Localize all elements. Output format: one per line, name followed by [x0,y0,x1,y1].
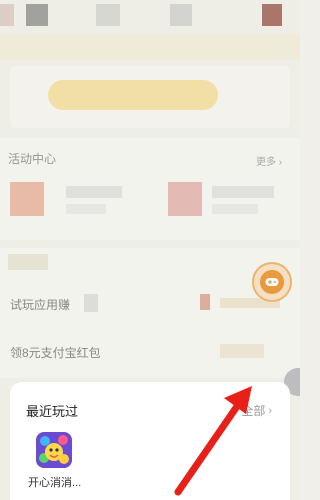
recently-played-title: 最近玩过 [26,404,79,419]
gamepad-icon [260,270,284,294]
happy-match-game-icon[interactable] [36,432,72,468]
chevron-right-icon: › [268,404,272,417]
view-all-link[interactable]: 全部 › [241,402,272,419]
recently-played-sheet: 最近玩过 全部 › 开心消消... [10,382,290,500]
view-all-label: 全部 [241,404,266,418]
floating-game-button[interactable] [252,262,292,302]
game-name-label[interactable]: 开心消消... [28,474,81,490]
